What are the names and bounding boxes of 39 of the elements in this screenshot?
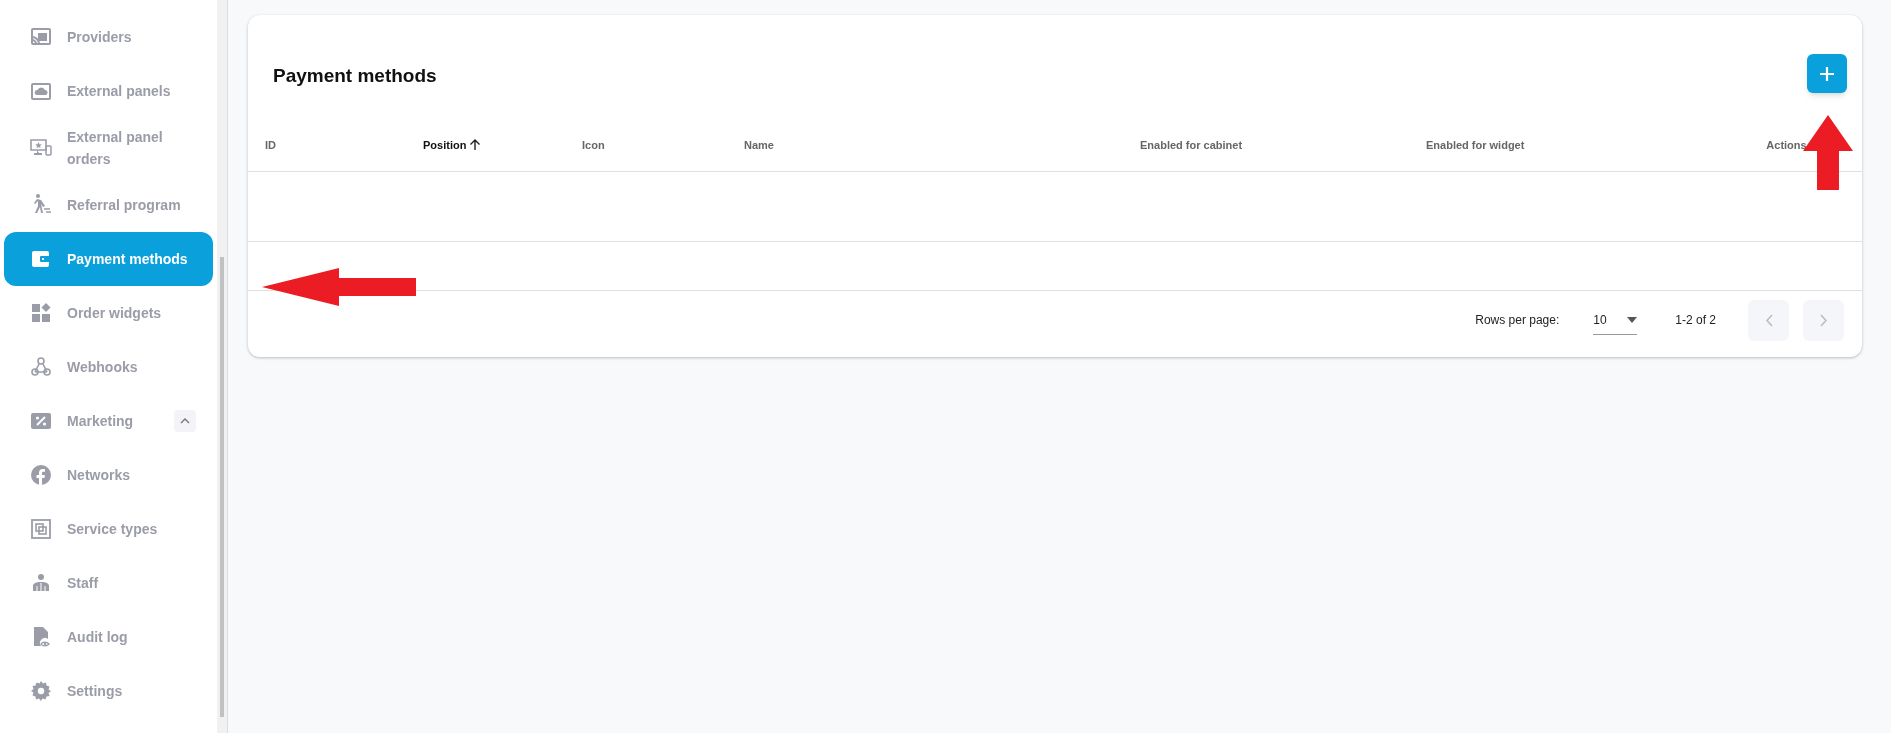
column-header[interactable]: Actions bbox=[1766, 136, 1807, 153]
sidebar-item[interactable]: Webhooks bbox=[4, 340, 213, 394]
sidebar-item[interactable]: Staff bbox=[4, 556, 213, 610]
card-title: Payment methods bbox=[273, 64, 437, 89]
rows-per-page-label: Rows per page: bbox=[1475, 312, 1560, 329]
widgets-icon bbox=[29, 301, 53, 325]
sidebar-item[interactable]: Service types bbox=[4, 502, 213, 556]
expand-toggle[interactable] bbox=[174, 410, 196, 432]
sidebar-item[interactable]: Referral program bbox=[4, 178, 213, 232]
sidebar-item[interactable]: Settings bbox=[4, 664, 213, 718]
sidebar-item[interactable]: Networks bbox=[4, 448, 213, 502]
column-header[interactable]: Position bbox=[423, 136, 467, 153]
column-header[interactable]: Enabled for widget bbox=[1426, 136, 1525, 153]
chevron-right-icon bbox=[1819, 313, 1828, 327]
sidebar-item[interactable]: External panel orders bbox=[4, 118, 213, 178]
column-header[interactable]: ID bbox=[265, 136, 276, 153]
next-page-button[interactable] bbox=[1803, 299, 1844, 341]
plus-icon bbox=[1818, 64, 1836, 83]
sidebar-item[interactable]: Providers bbox=[4, 10, 213, 64]
column-header[interactable]: Enabled for cabinet bbox=[1140, 136, 1243, 153]
sidebar-item[interactable]: Payment methods bbox=[4, 232, 213, 286]
rows-per-page-select[interactable]: 10 bbox=[1593, 305, 1638, 335]
page-range: 1-2 of 2 bbox=[1675, 312, 1716, 329]
scrollbar[interactable] bbox=[217, 0, 228, 733]
gear-icon bbox=[29, 679, 53, 703]
add-button[interactable] bbox=[1807, 54, 1847, 93]
dropdown-icon bbox=[1626, 316, 1637, 323]
chevron-left-icon bbox=[1764, 313, 1773, 327]
sidebar-item[interactable]: External panels bbox=[4, 64, 213, 118]
sidebar-item[interactable]: Audit log bbox=[4, 610, 213, 664]
sidebar-item[interactable]: Marketing bbox=[4, 394, 213, 448]
previous-page-button[interactable] bbox=[1748, 299, 1789, 341]
column-header[interactable]: Icon bbox=[582, 136, 605, 153]
chevron-up-icon bbox=[180, 418, 190, 424]
column-header[interactable]: Name bbox=[744, 136, 774, 153]
facebook-icon bbox=[29, 463, 53, 487]
webhook-icon bbox=[29, 355, 53, 379]
sidebar-item[interactable]: Order widgets bbox=[4, 286, 213, 340]
frame-icon bbox=[29, 517, 53, 541]
